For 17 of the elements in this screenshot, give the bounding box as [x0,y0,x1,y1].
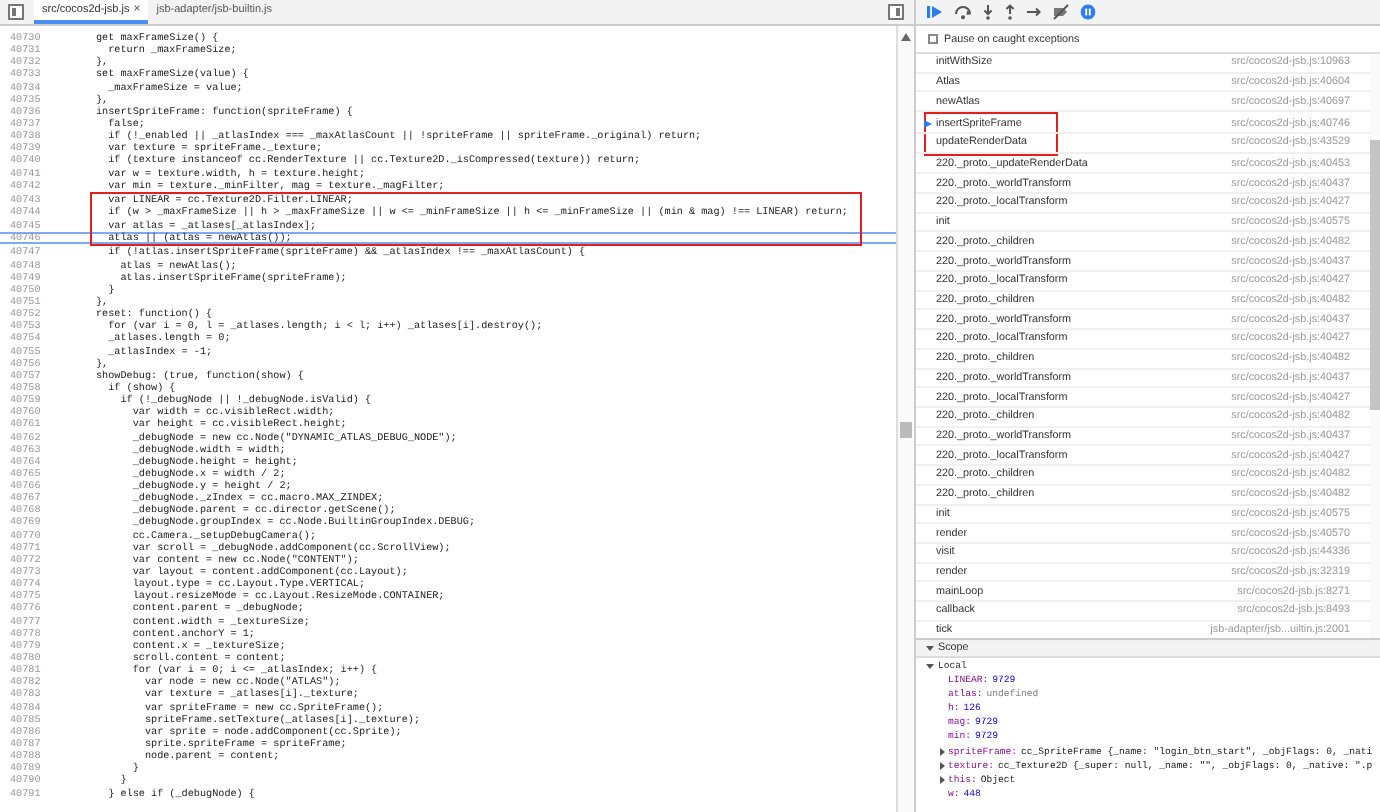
expand-triangle-icon[interactable] [926,644,934,652]
annotation-box [924,112,1058,156]
scrollbar-thumb[interactable] [900,422,912,438]
resume-icon[interactable] [926,4,944,20]
scrollbar-thumb[interactable] [1370,140,1380,410]
step-into-icon[interactable] [982,4,994,20]
step-out-icon[interactable] [1004,4,1016,20]
current-frame-arrow-icon [924,120,932,129]
sidebar-toggle-icon[interactable] [888,4,904,20]
step-icon[interactable] [1026,6,1042,18]
sidebar-toggle-icon[interactable] [8,4,24,20]
step-over-icon[interactable] [954,4,972,20]
checkbox[interactable] [928,34,938,44]
expand-triangle-icon[interactable] [926,662,934,670]
pause-icon[interactable] [1080,4,1096,20]
scroll-up-icon[interactable] [900,32,912,42]
deactivate-breakpoints-icon[interactable] [1052,4,1070,20]
